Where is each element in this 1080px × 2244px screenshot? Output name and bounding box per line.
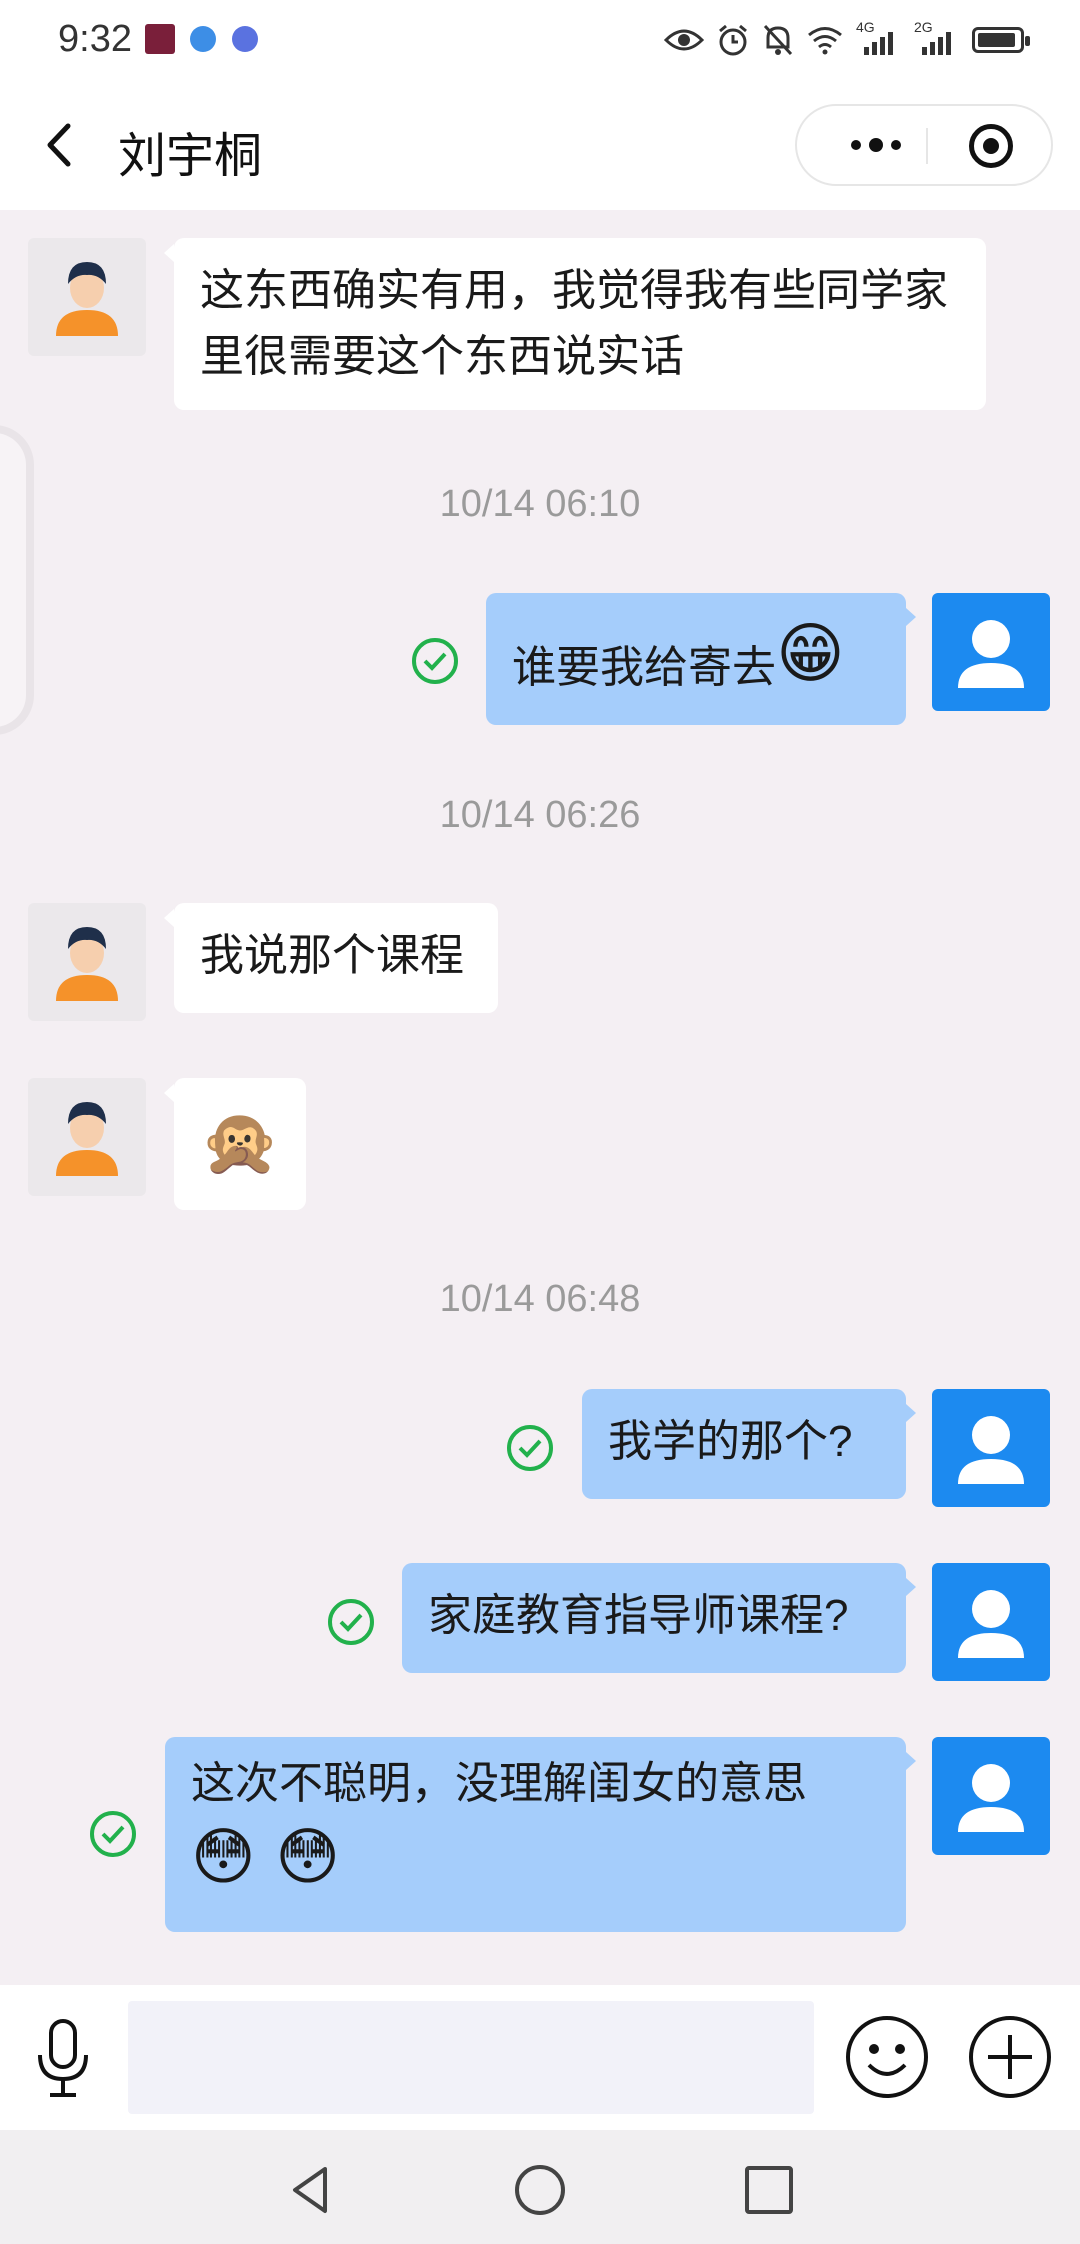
- close-target-icon[interactable]: [969, 124, 1013, 168]
- floating-side-handle[interactable]: [0, 425, 34, 735]
- contact-avatar[interactable]: [28, 238, 146, 356]
- person-avatar-icon: [56, 927, 118, 1001]
- message-bubble[interactable]: 我学的那个?: [582, 1389, 906, 1499]
- status-bar: 9:32 4G 2G: [0, 0, 1080, 80]
- flushed-emoji: 😳 😳: [191, 1820, 340, 1893]
- app-notification-icon: [145, 24, 175, 54]
- message-bubble[interactable]: 这东西确实有用，我觉得我有些同学家里很需要这个东西说实话: [174, 238, 986, 410]
- user-silhouette-icon: [958, 1764, 1024, 1832]
- nav-back-icon[interactable]: [283, 2163, 337, 2217]
- signal-4g-icon: 4G: [856, 19, 902, 57]
- my-avatar[interactable]: [932, 593, 1050, 711]
- browser-notification-icon: [190, 26, 216, 52]
- sent-check-icon: [328, 1599, 374, 1645]
- speak-no-evil-monkey-emoji: 🙊: [200, 1106, 280, 1180]
- status-time: 9:32: [58, 18, 132, 60]
- input-bar: [0, 1985, 1080, 2130]
- status-icons: 4G 2G: [664, 19, 1030, 60]
- person-avatar-icon: [56, 1102, 118, 1176]
- my-avatar[interactable]: [932, 1389, 1050, 1507]
- sent-check-icon: [90, 1811, 136, 1857]
- my-avatar[interactable]: [932, 1563, 1050, 1681]
- miniprogram-capsule: [795, 104, 1053, 186]
- battery-icon: [972, 27, 1030, 53]
- system-navigation-bar: [0, 2130, 1080, 2244]
- message-bubble[interactable]: 家庭教育指导师课程?: [402, 1563, 906, 1673]
- grinning-emoji: 😁: [776, 615, 845, 692]
- message-timestamp: 10/14 06:10: [439, 483, 641, 525]
- signal-2g-icon: 2G: [914, 19, 960, 57]
- message-bubble[interactable]: 我说那个课程: [174, 903, 498, 1013]
- music-notification-icon: [232, 26, 258, 52]
- user-silhouette-icon: [958, 1590, 1024, 1658]
- alarm-icon: [719, 24, 747, 56]
- wifi-icon: [808, 27, 842, 55]
- person-avatar-icon: [56, 262, 118, 336]
- nav-home-icon[interactable]: [513, 2163, 567, 2217]
- message-bubble[interactable]: 🙊: [174, 1078, 306, 1210]
- capsule-divider: [926, 128, 928, 164]
- contact-avatar[interactable]: [28, 1078, 146, 1196]
- back-arrow-icon[interactable]: [40, 120, 80, 170]
- eye-icon: [664, 29, 704, 51]
- my-avatar[interactable]: [932, 1737, 1050, 1855]
- nav-recents-icon[interactable]: [742, 2163, 796, 2217]
- sent-check-icon: [507, 1425, 553, 1471]
- plus-icon[interactable]: [968, 2015, 1052, 2099]
- message-timestamp: 10/14 06:48: [439, 1278, 641, 1320]
- message-input[interactable]: [128, 2001, 814, 2114]
- chat-title: 刘宇桐: [118, 130, 263, 183]
- message-timestamp: 10/14 06:26: [439, 794, 641, 836]
- user-silhouette-icon: [958, 620, 1024, 688]
- sent-check-icon: [412, 638, 458, 684]
- smiley-icon[interactable]: [845, 2015, 929, 2099]
- contact-avatar[interactable]: [28, 903, 146, 1021]
- message-bubble[interactable]: 谁要我给寄去😁: [486, 593, 906, 725]
- user-silhouette-icon: [958, 1416, 1024, 1484]
- more-options-button[interactable]: [831, 106, 921, 184]
- mute-bell-icon: [763, 24, 793, 56]
- message-bubble[interactable]: 这次不聪明，没理解闺女的意思 😳 😳: [165, 1737, 906, 1932]
- chat-header: 刘宇桐: [0, 80, 1080, 210]
- microphone-icon[interactable]: [30, 2017, 96, 2101]
